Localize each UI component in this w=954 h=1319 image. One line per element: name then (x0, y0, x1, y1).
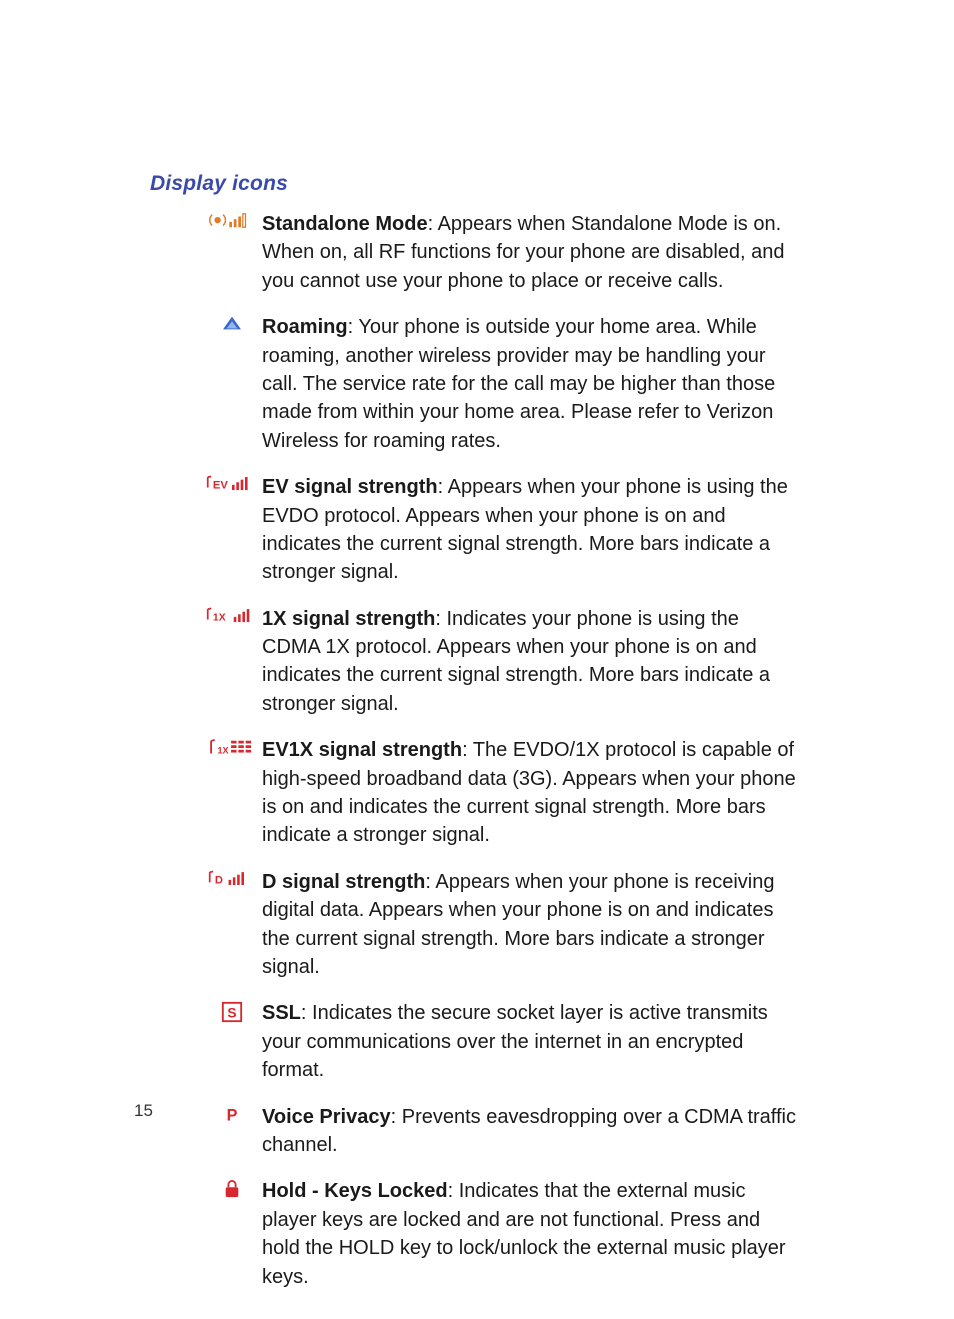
entry-standalone: Standalone Mode: Appears when Standalone… (150, 210, 804, 295)
entry-sep: : (448, 1180, 459, 1202)
entry-title: Voice Privacy (262, 1106, 391, 1128)
entry-sep: : (425, 871, 435, 893)
entry-title: Standalone Mode (262, 213, 428, 235)
entry-text: Standalone Mode: Appears when Standalone… (262, 210, 804, 295)
entry-desc: Indicates the secure socket layer is act… (262, 1002, 768, 1081)
entry-d: D signal strength: Appears when your pho… (150, 868, 804, 982)
entry-title: SSL (262, 1002, 301, 1024)
entry-sep: : (462, 739, 473, 761)
entries-list: Standalone Mode: Appears when Standalone… (150, 210, 804, 1291)
lock-icon (202, 1177, 262, 1199)
entry-text: EV1X signal strength: The EVDO/1X protoc… (262, 736, 804, 850)
entry-title: 1X signal strength (262, 608, 435, 630)
entry-privacy: Voice Privacy: Prevents eavesdropping ov… (150, 1103, 804, 1160)
entry-title: EV signal strength (262, 476, 438, 498)
section-title: Display icons (150, 172, 804, 196)
entry-sep: : (438, 476, 448, 498)
ssl-icon (202, 999, 262, 1023)
standalone-icon (202, 210, 262, 230)
entry-sep: : (391, 1106, 402, 1128)
entry-text: D signal strength: Appears when your pho… (262, 868, 804, 982)
entry-text: SSL: Indicates the secure socket layer i… (262, 999, 804, 1084)
entry-sep: : (435, 608, 446, 630)
roaming-icon (202, 313, 262, 333)
entry-text: Hold - Keys Locked: Indicates that the e… (262, 1177, 804, 1291)
ev-signal-icon (202, 473, 262, 493)
d-signal-icon (202, 868, 262, 888)
entry-title: Hold - Keys Locked (262, 1180, 448, 1202)
entry-text: 1X signal strength: Indicates your phone… (262, 605, 804, 719)
entry-1x: 1X signal strength: Indicates your phone… (150, 605, 804, 719)
entry-text: EV signal strength: Appears when your ph… (262, 473, 804, 587)
ev1x-signal-icon (202, 736, 262, 758)
page: Display icons Standalone Mode: Appears w… (0, 0, 954, 1291)
entry-ev1x: EV1X signal strength: The EVDO/1X protoc… (150, 736, 804, 850)
entry-roaming: Roaming: Your phone is outside your home… (150, 313, 804, 455)
entry-ssl: SSL: Indicates the secure socket layer i… (150, 999, 804, 1084)
entry-title: Roaming (262, 316, 348, 338)
entry-title: EV1X signal strength (262, 739, 462, 761)
voice-privacy-icon (202, 1103, 262, 1123)
entry-text: Voice Privacy: Prevents eavesdropping ov… (262, 1103, 804, 1160)
entry-sep: : (428, 213, 438, 235)
entry-sep: : (348, 316, 359, 338)
entry-title: D signal strength (262, 871, 425, 893)
entry-ev: EV signal strength: Appears when your ph… (150, 473, 804, 587)
entry-sep: : (301, 1002, 312, 1024)
page-number: 15 (134, 1101, 153, 1121)
entry-text: Roaming: Your phone is outside your home… (262, 313, 804, 455)
entry-lock: Hold - Keys Locked: Indicates that the e… (150, 1177, 804, 1291)
onex-signal-icon (202, 605, 262, 625)
